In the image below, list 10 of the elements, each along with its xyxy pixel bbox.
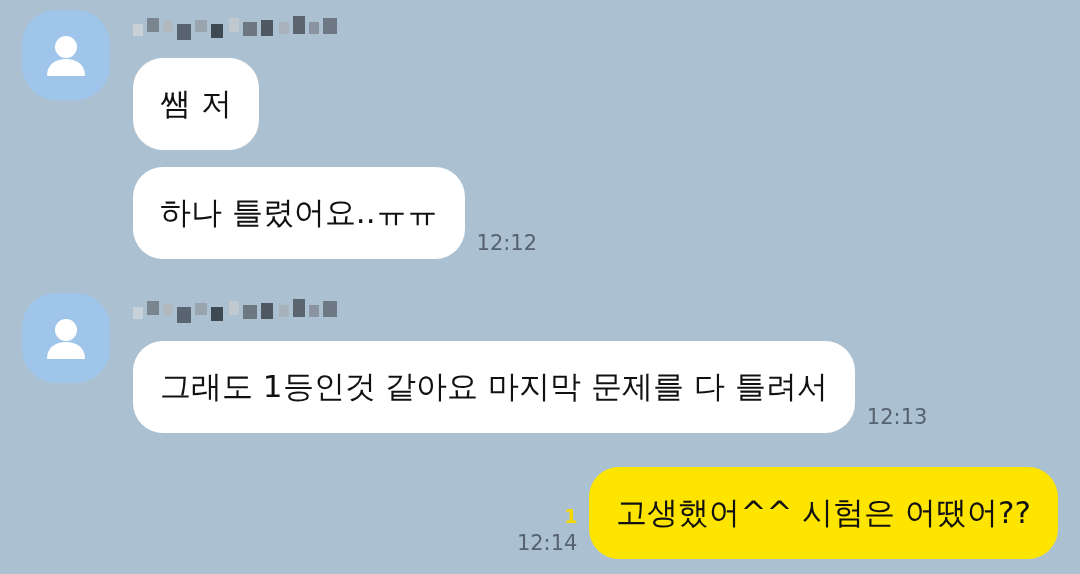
message-bubble: 쌤 저 [133,58,259,150]
message-bubble: 하나 틀렸어요..ㅠㅠ [133,167,465,259]
avatar-icon[interactable] [22,293,110,383]
message-bubble: 그래도 1등인것 같아요 마지막 문제를 다 틀려서 [133,341,855,433]
unread-count: 1 [564,505,578,527]
avatar-icon[interactable] [22,10,110,100]
message-bubble: 고생했어^^ 시험은 어땠어?? [589,467,1058,559]
message-time: 12:13 [866,405,928,429]
message-time: 12:14 [516,531,578,555]
message-time: 12:12 [476,231,538,255]
